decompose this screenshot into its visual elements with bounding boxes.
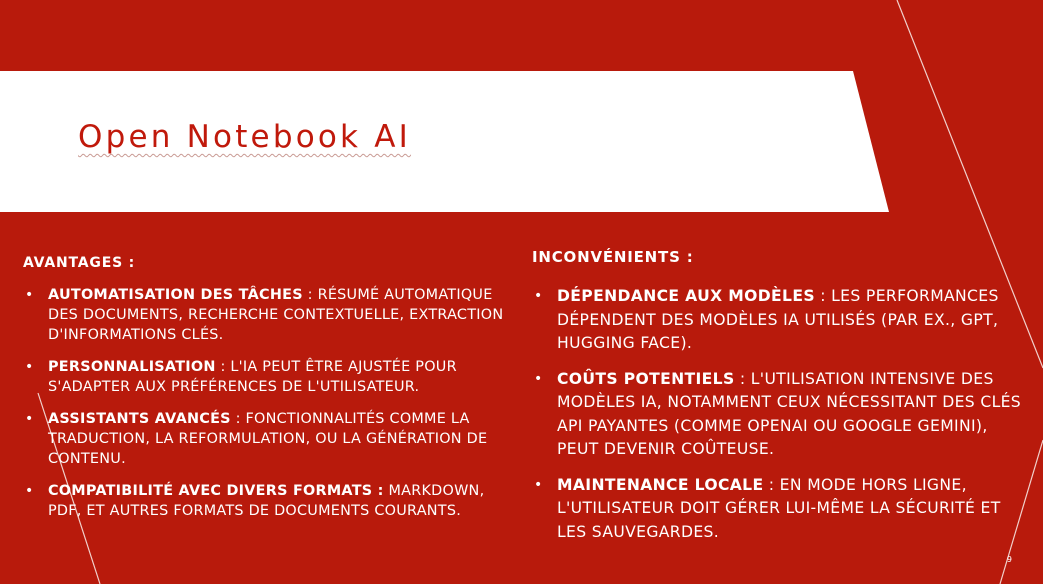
item-term: Personnalisation — [48, 359, 216, 375]
disadvantages-column: INCONVÉNIENTS : • Dépendance aux modèles… — [532, 248, 1030, 556]
slide-title: Open Notebook AI — [78, 119, 412, 155]
list-item: • Personnalisation : L'IA peut être ajus… — [23, 357, 511, 397]
bullet-icon: • — [25, 359, 34, 375]
list-item: • Coûts potentiels : L'utilisation inten… — [532, 368, 1030, 462]
bullet-icon: • — [25, 483, 34, 499]
list-item: • Maintenance locale : En mode hors lign… — [532, 474, 1030, 545]
item-term: Coûts potentiels — [557, 369, 735, 388]
list-item: • Automatisation des tâches : résumé aut… — [23, 285, 511, 345]
list-item: • Compatibilité avec divers formats : Ma… — [23, 481, 511, 521]
item-term: Automatisation des tâches — [48, 287, 303, 303]
list-item: • Assistants avancés : Fonctionnalités c… — [23, 409, 511, 469]
item-term: Maintenance locale — [557, 475, 764, 494]
bullet-icon: • — [25, 411, 34, 427]
page-number: 9 — [1006, 555, 1012, 564]
bullet-icon: • — [534, 476, 543, 493]
disadvantages-heading: INCONVÉNIENTS : — [532, 248, 694, 266]
list-item: • Dépendance aux modèles : Les performan… — [532, 285, 1030, 356]
item-term: Assistants avancés — [48, 411, 231, 427]
advantages-column: AVANTAGES : • Automatisation des tâches … — [23, 255, 511, 533]
disadvantages-list: • Dépendance aux modèles : Les performan… — [532, 285, 1030, 544]
advantages-list: • Automatisation des tâches : résumé aut… — [23, 285, 511, 521]
item-term: Compatibilité avec divers formats : — [48, 483, 384, 499]
bullet-icon: • — [534, 370, 543, 387]
bullet-icon: • — [534, 288, 543, 304]
slide: Open Notebook AI AVANTAGES : • Automatis… — [0, 0, 1043, 584]
bullet-icon: • — [25, 287, 34, 303]
advantages-heading: AVANTAGES : — [23, 255, 136, 271]
item-term: Dépendance aux modèles — [557, 287, 815, 305]
